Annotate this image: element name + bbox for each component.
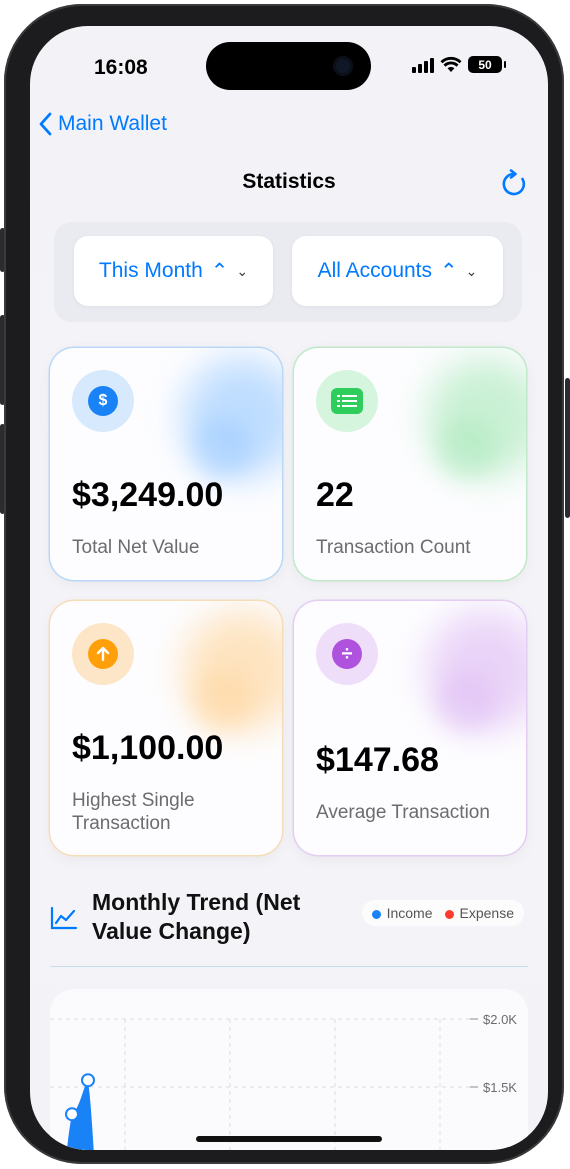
stat-value: $147.68 [316,741,439,779]
trend-title: Monthly Trend (Net Value Change) [92,889,301,944]
legend-income: Income [371,905,433,921]
stat-card-total-net-value[interactable]: $ $3,249.00 Total Net Value [50,348,282,580]
power-button [565,378,570,518]
status-icons: 50 [412,56,506,73]
back-label: Main Wallet [58,112,167,135]
stat-label: Total Net Value [72,537,200,558]
chevron-down-icon: ⌄ [236,262,249,279]
stat-value: $3,249.00 [72,476,224,514]
trend-chart: $2.0K $1.5K [50,989,528,1150]
filter-panel: This Month ⌃ ⌄ All Accounts ⌃ ⌄ [54,222,522,322]
stat-label: Transaction Count [316,537,471,558]
trend-chart-svg: $2.0K $1.5K [50,1012,517,1150]
chevron-down-icon: ⌄ [465,262,478,279]
home-indicator [196,1136,382,1142]
camera-icon [333,56,353,76]
stat-label: Highest Single Transaction [72,790,195,834]
battery-icon: 50 [468,56,506,73]
period-filter[interactable]: This Month ⌃ ⌄ [74,236,273,306]
refresh-button[interactable] [500,169,528,204]
cellular-signal-icon [412,57,434,73]
list-icon [316,370,378,432]
period-filter-label: This Month [98,259,203,282]
income-data-point[interactable] [81,1073,95,1088]
back-button[interactable]: Main Wallet [38,112,167,136]
dynamic-island [206,42,371,90]
chart-legend: Income Expense [361,900,524,926]
line-chart-icon [50,906,78,930]
phone-frame: 16:08 50 Main Wallet Statistics This Mon… [4,4,564,1164]
arrow-up-icon [72,623,134,685]
dollar-icon: $ [72,370,134,432]
screen: 16:08 50 Main Wallet Statistics This Mon… [30,26,548,1150]
refresh-icon [502,169,526,196]
chevron-up-down-icon: ⌃ [210,259,229,283]
accounts-filter[interactable]: All Accounts ⌃ ⌄ [292,236,503,306]
chevron-left-icon [39,112,52,136]
y-tick-label: $1.5K [483,1080,517,1095]
accounts-filter-label: All Accounts [317,259,433,282]
legend-expense: Expense [444,905,514,921]
stat-card-highest-transaction[interactable]: $1,100.00 Highest Single Transaction [50,601,282,855]
page-title: Statistics [242,170,336,193]
stat-value: 22 [316,476,354,514]
wifi-icon [440,56,462,72]
stat-card-average-transaction[interactable]: ÷ $147.68 Average Transaction [294,601,526,855]
stat-label: Average Transaction [316,802,490,823]
stat-card-transaction-count[interactable]: 22 Transaction Count [294,348,526,580]
divider [50,966,528,967]
divide-icon: ÷ [316,623,378,685]
status-time: 16:08 [94,56,148,79]
stat-value: $1,100.00 [72,729,224,767]
chevron-up-down-icon: ⌃ [440,259,458,283]
income-data-point[interactable] [65,1107,79,1122]
y-tick-label: $2.0K [483,1012,517,1027]
